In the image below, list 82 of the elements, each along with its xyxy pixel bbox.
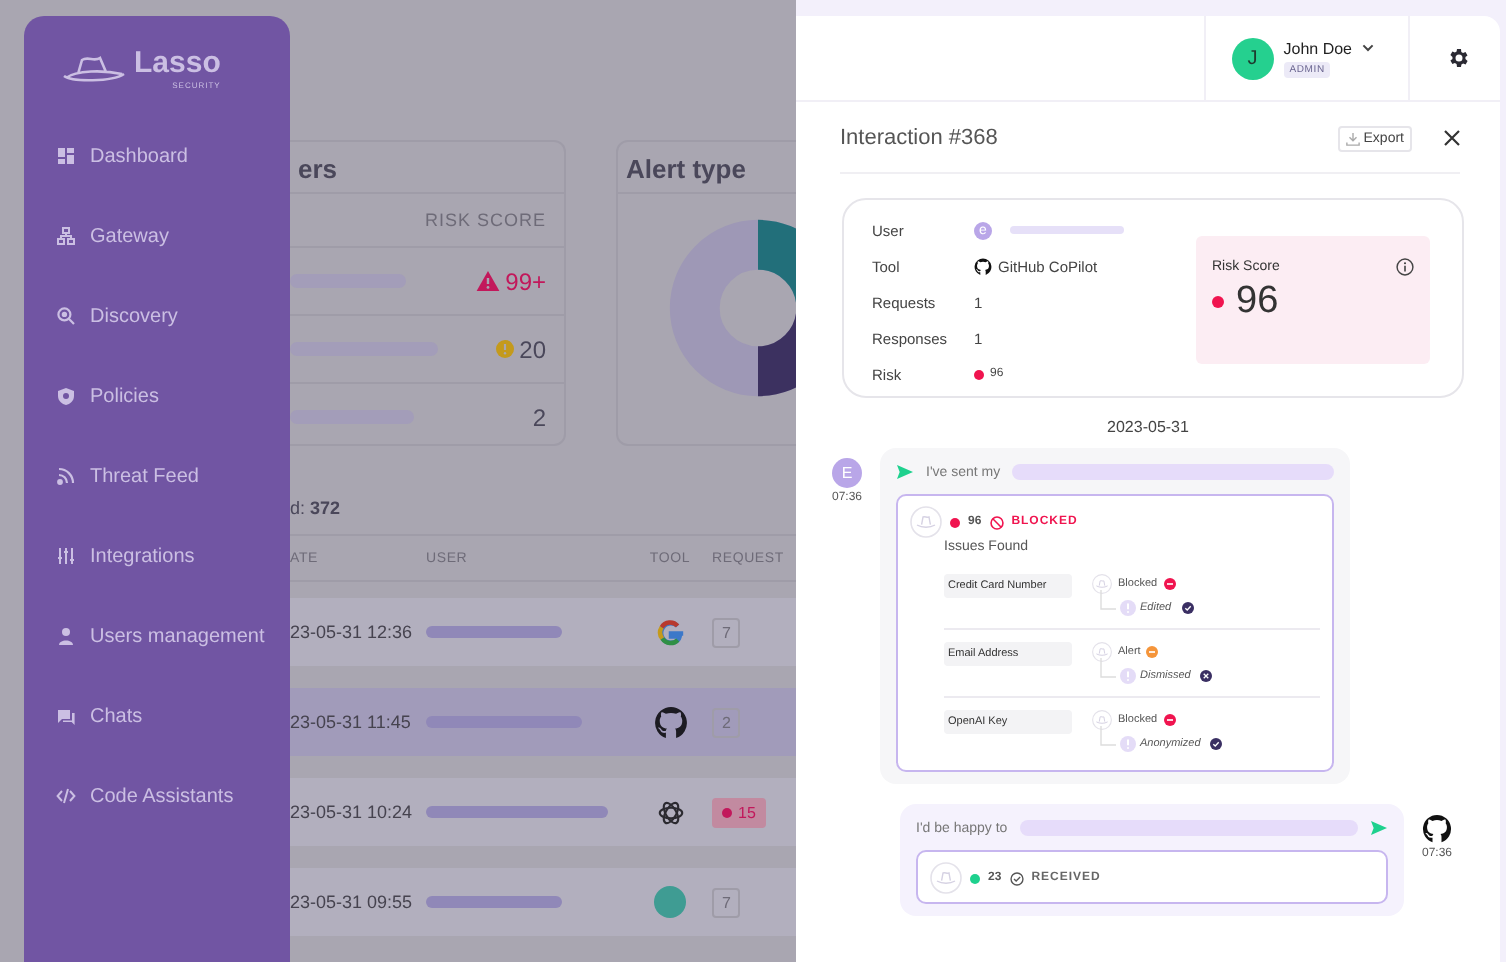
sidebar-item[interactable]: Chats [24, 676, 290, 756]
close-icon[interactable] [1444, 130, 1460, 146]
risk-score: 99+ [505, 267, 546, 295]
hat-icon [1092, 710, 1112, 730]
exclamation-icon [1120, 600, 1136, 616]
date-cell-text: 23-05-31 09:55 [290, 892, 415, 912]
date-divider: 2023-05-31 [1105, 418, 1191, 436]
minus-badge-icon [1163, 714, 1176, 726]
panel-title: Interaction #368 [840, 126, 1000, 150]
cat-logo-icon [653, 705, 687, 739]
logo-name: Lasso [134, 48, 221, 80]
exclamation-icon [1120, 736, 1136, 752]
sidebar-item[interactable]: Policies [24, 356, 290, 436]
sliders-icon [56, 546, 76, 566]
shield-icon [56, 386, 76, 406]
check-badge-icon [1210, 738, 1223, 750]
risk-score-value: 96 [1236, 280, 1279, 324]
request-count: 7 [712, 617, 741, 647]
settings-icon[interactable] [1446, 46, 1470, 70]
send-icon [896, 464, 914, 480]
code-icon [56, 786, 76, 806]
table-row[interactable]: 23-05-31 11:45 2 [290, 688, 796, 756]
x-badge-icon [1200, 670, 1213, 682]
table-row[interactable]: 23-05-31 09:55 7 [290, 868, 796, 936]
sender-avatar: E [832, 458, 862, 488]
user-name-placeholder [426, 626, 562, 638]
risk-score: 20 [519, 335, 546, 363]
send-icon [1370, 820, 1388, 836]
sidebar-item[interactable]: Discovery [24, 276, 290, 356]
sidebar-item[interactable]: Users management [24, 596, 290, 676]
chat-icon [56, 706, 76, 726]
hat-icon [1092, 642, 1112, 662]
date-cell-text: 23-05-31 11:45 [290, 712, 413, 732]
hat-icon [930, 862, 962, 894]
sidebar-item[interactable]: Threat Feed [24, 436, 290, 516]
person-icon [56, 626, 76, 646]
warning-icon [475, 270, 500, 292]
check-circle-icon [1009, 871, 1024, 885]
user-name-placeholder [290, 274, 406, 288]
user-name-placeholder [290, 410, 414, 424]
exclamation-icon [1120, 668, 1136, 684]
table-row[interactable]: 23-05-31 12:36 7 [290, 598, 796, 666]
hat-icon [910, 506, 942, 538]
hat-logo-icon [60, 56, 128, 84]
request-count: 15 [712, 797, 766, 827]
chevron-down-icon[interactable] [1362, 44, 1374, 52]
logo-circle-icon [654, 886, 686, 918]
connector-line [1100, 658, 1116, 678]
sidebar-item[interactable]: Integrations [24, 516, 290, 596]
minus-badge-icon [1146, 646, 1159, 658]
cat-logo-icon [974, 257, 992, 275]
total-count: d: 372 [290, 498, 343, 522]
connector-line [1100, 590, 1116, 610]
check-badge-icon [1181, 602, 1194, 614]
column-header: RISK SCORE [424, 210, 546, 230]
user-name-placeholder [426, 896, 562, 908]
request-count: 7 [712, 887, 741, 917]
user-name[interactable]: John Doe [1283, 39, 1352, 57]
grid-icon [56, 146, 76, 166]
connector-line [1100, 726, 1116, 746]
user-avatar[interactable]: J [1231, 37, 1274, 79]
g-logo-icon [655, 617, 685, 647]
sidebar-item[interactable]: Gateway [24, 196, 290, 276]
risk-score: 2 [532, 403, 546, 431]
request-count: 2 [712, 707, 741, 737]
sidebar-item[interactable]: Dashboard [24, 116, 290, 196]
feed-icon [56, 466, 76, 486]
sidebar-item[interactable]: Code Assistants [24, 756, 290, 836]
hat-icon [1092, 574, 1112, 594]
date-cell-text: 23-05-31 10:24 [290, 802, 415, 822]
search-icon [56, 306, 76, 326]
minus-badge-icon [1163, 578, 1176, 590]
network-icon [56, 226, 76, 246]
info-icon[interactable] [1396, 258, 1414, 276]
cat-logo-icon [1422, 814, 1452, 844]
card-title: ers [290, 142, 564, 194]
date-cell-text: 23-05-31 12:36 [290, 622, 415, 642]
knot-logo-icon [655, 797, 685, 827]
blocked-icon [989, 515, 1004, 529]
table-row[interactable]: 23-05-31 10:24 15 [290, 778, 796, 846]
download-icon [1345, 131, 1360, 145]
alert-icon [495, 340, 514, 358]
